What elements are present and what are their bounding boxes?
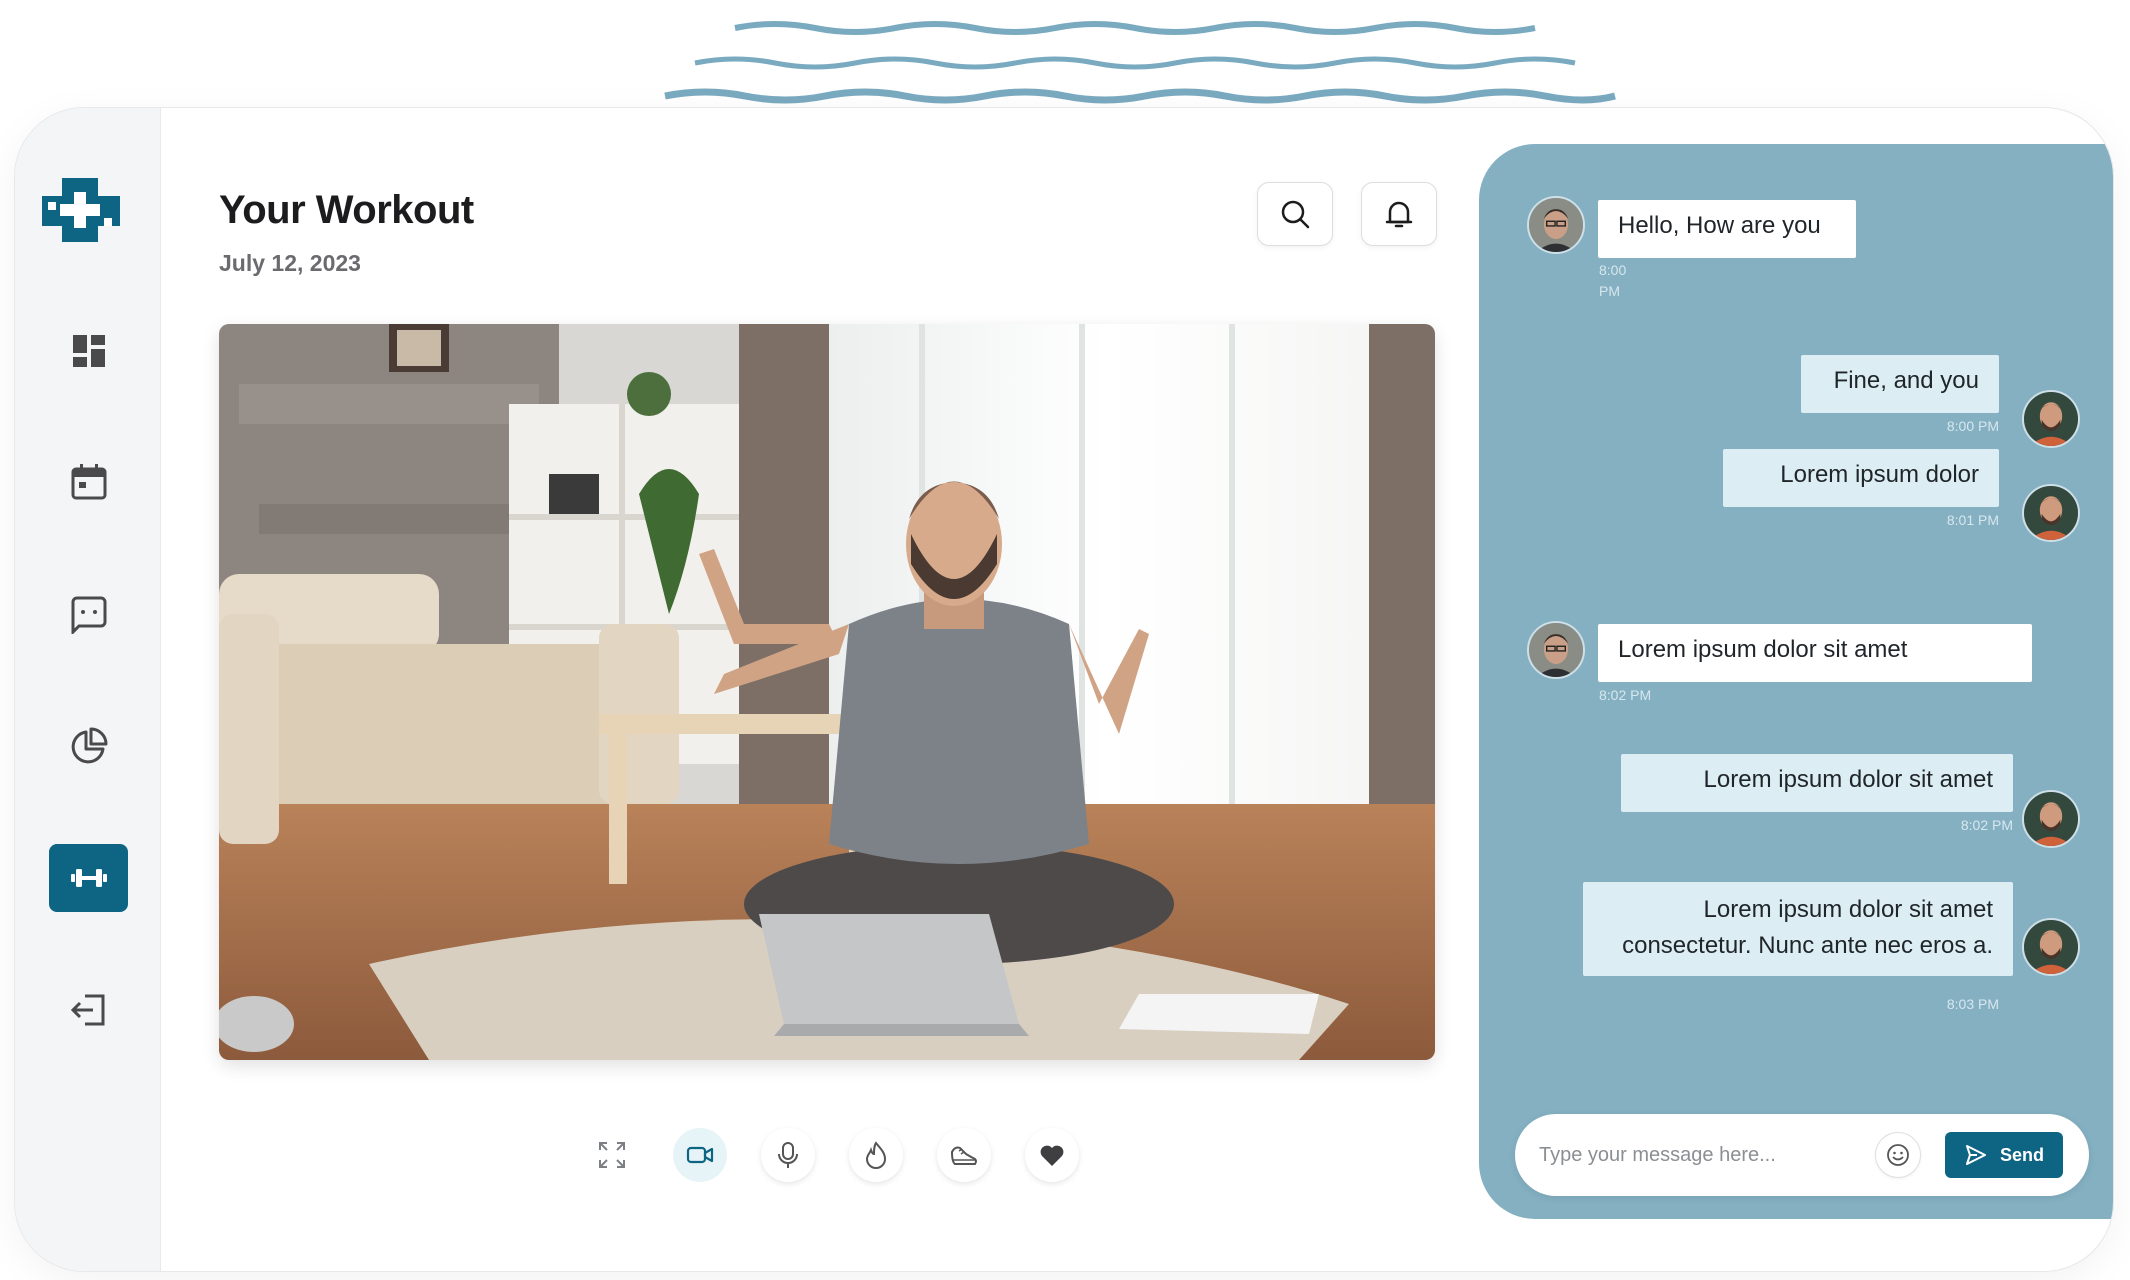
message-time: 8:01 PM xyxy=(1946,512,1999,528)
calendar-icon xyxy=(71,464,106,500)
avatar xyxy=(1527,196,1585,254)
chat-bubble-incoming: Hello, How are you xyxy=(1598,200,1856,258)
avatar-image xyxy=(1529,198,1583,252)
avatar xyxy=(2022,790,2080,848)
dashboard-icon xyxy=(72,335,105,367)
search-icon xyxy=(1281,200,1310,229)
flame-icon xyxy=(865,1141,887,1169)
video-feed xyxy=(219,324,1435,1060)
dumbbell-icon xyxy=(70,869,107,887)
search-button[interactable] xyxy=(1257,182,1333,246)
chat-bubble-outgoing: Lorem ipsum dolor xyxy=(1723,449,1999,507)
page-title: Your Workout xyxy=(219,188,474,232)
page-date: July 12, 2023 xyxy=(219,250,361,276)
app-window: Your Workout July 12, 2023 Hello, How ar… xyxy=(14,107,2114,1272)
message-time: 8:02 PM xyxy=(1599,687,1652,703)
steps-button[interactable] xyxy=(937,1128,991,1182)
microphone-toggle[interactable] xyxy=(761,1128,815,1182)
sneaker-icon xyxy=(950,1146,977,1165)
paper-plane-icon xyxy=(1965,1145,1986,1165)
send-button-label: Send xyxy=(1999,1144,2044,1165)
message-time: 8:00 PM xyxy=(1599,260,1626,302)
chat-bubble-line: consectetur. Nunc ante nec eros a. xyxy=(1622,932,1993,959)
message-time-line: PM xyxy=(1599,283,1620,299)
chat-bubble-line: Lorem ipsum dolor sit amet xyxy=(1703,896,1993,923)
avatar-image xyxy=(2024,920,2078,974)
chat-bubble-incoming: Lorem ipsum dolor sit amet xyxy=(1598,624,2032,682)
workout-video[interactable] xyxy=(219,324,1435,1060)
avatar xyxy=(2022,918,2080,976)
emoji-button[interactable] xyxy=(1875,1132,1921,1178)
sidebar-item-reports[interactable] xyxy=(49,712,128,780)
camera-toggle[interactable] xyxy=(673,1128,727,1182)
medical-cross-logo xyxy=(42,178,120,242)
sidebar-item-messages[interactable] xyxy=(49,580,128,648)
avatar xyxy=(2022,484,2080,542)
message-composer: Send xyxy=(1515,1114,2089,1196)
smiley-icon xyxy=(1887,1144,1909,1166)
heart-icon xyxy=(1040,1145,1064,1166)
chat-bubble-outgoing: Lorem ipsum dolor sit amet xyxy=(1621,754,2013,812)
avatar-image xyxy=(2024,486,2078,540)
video-camera-icon xyxy=(686,1146,714,1164)
avatar xyxy=(2022,390,2080,448)
avatar-image xyxy=(2024,392,2078,446)
sidebar-item-workout[interactable] xyxy=(49,844,128,912)
calories-button[interactable] xyxy=(849,1128,903,1182)
avatar xyxy=(1527,621,1585,679)
bell-icon xyxy=(1385,201,1413,228)
message-time: 8:03 PM xyxy=(1946,996,1999,1012)
sidebar-item-calendar[interactable] xyxy=(49,448,128,516)
logout-icon xyxy=(70,994,104,1026)
sidebar-item-dashboard[interactable] xyxy=(49,317,128,385)
message-input[interactable] xyxy=(1539,1138,1839,1172)
pie-chart-icon xyxy=(71,727,107,764)
chat-bubble-outgoing: Lorem ipsum dolor sit amet consectetur. … xyxy=(1583,882,2013,976)
avatar-image xyxy=(1529,623,1583,677)
message-time-line: 8:00 xyxy=(1599,262,1627,278)
chat-panel: Hello, How are you 8:00 PM Fine, and you… xyxy=(1479,144,2113,1219)
sidebar xyxy=(15,108,161,1271)
sidebar-item-logout[interactable] xyxy=(49,976,128,1044)
favorite-button[interactable] xyxy=(1025,1128,1079,1182)
microphone-icon xyxy=(778,1142,798,1168)
decorative-waves xyxy=(664,21,1616,104)
chat-icon xyxy=(71,596,106,634)
send-button[interactable]: Send xyxy=(1945,1132,2063,1178)
notifications-button[interactable] xyxy=(1361,182,1437,246)
fullscreen-icon xyxy=(599,1142,625,1168)
chat-bubble-outgoing: Fine, and you xyxy=(1801,355,1999,413)
fullscreen-button[interactable] xyxy=(585,1128,639,1182)
message-time: 8:00 PM xyxy=(1946,418,1999,434)
message-time: 8:02 PM xyxy=(1960,817,2013,833)
avatar-image xyxy=(2024,792,2078,846)
